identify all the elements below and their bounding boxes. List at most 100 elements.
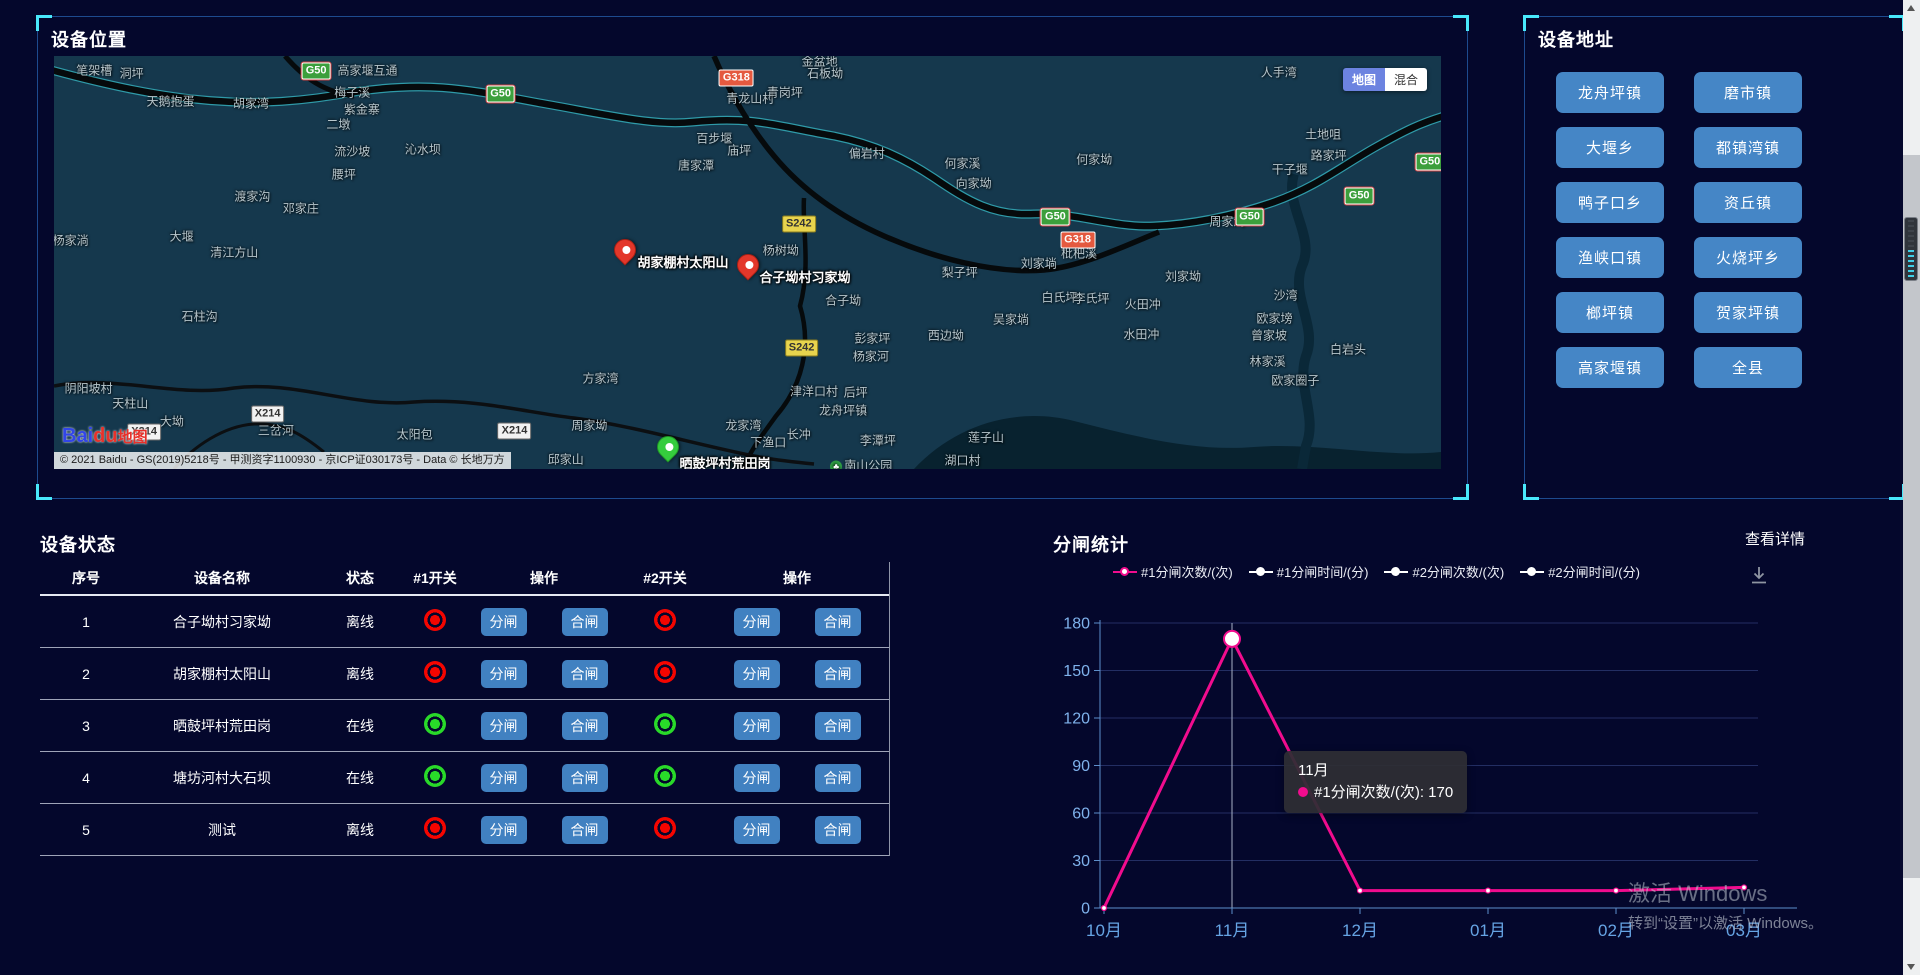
- switch1-cell: [408, 661, 462, 686]
- map-place-label: 杨树坳: [763, 242, 799, 259]
- map-place-label: 西边坳: [928, 327, 964, 344]
- trip-button[interactable]: 分闸: [734, 764, 780, 792]
- map-type-hybrid[interactable]: 混合: [1385, 68, 1427, 91]
- map-place-label: 大坳: [160, 413, 184, 430]
- town-button-都镇湾镇[interactable]: 都镇湾镇: [1694, 127, 1802, 168]
- close-button[interactable]: 合闸: [815, 816, 861, 844]
- map-place-label: 津洋口村: [790, 382, 838, 399]
- download-icon[interactable]: [1748, 564, 1770, 591]
- town-button-资丘镇[interactable]: 资丘镇: [1694, 182, 1802, 223]
- switch-indicator: [424, 609, 446, 631]
- column-header: #1开关: [408, 568, 462, 588]
- table-body: 1合子坳村习家坳离线分闸合闸分闸合闸2胡家棚村太阳山离线分闸合闸分闸合闸3晒鼓坪…: [40, 596, 889, 856]
- close-button[interactable]: 合闸: [815, 764, 861, 792]
- switch2-cell: [626, 661, 704, 686]
- switch1-cell: [408, 609, 462, 634]
- map-place-label: 长冲: [787, 425, 811, 442]
- town-button-龙舟坪镇[interactable]: 龙舟坪镇: [1556, 72, 1664, 113]
- corner-decoration: [1523, 15, 1539, 31]
- chart-legend: #1分闸次数/(次) #1分闸时间/(分) #2分闸次数/(次) #2分闸时间/(分): [1113, 562, 1640, 581]
- legend-marker: [1384, 567, 1408, 577]
- legend-marker: [1520, 567, 1544, 577]
- park-icon: ♣: [830, 460, 842, 469]
- switch2-cell: [626, 713, 704, 738]
- map-place-label: 邱家山: [548, 450, 584, 467]
- map-type-map[interactable]: 地图: [1343, 68, 1385, 91]
- town-button-高家堰镇[interactable]: 高家堰镇: [1556, 347, 1664, 388]
- device-status-title: 设备状态: [40, 531, 116, 557]
- town-button-榔坪镇[interactable]: 榔坪镇: [1556, 292, 1664, 333]
- road-shield: X214: [251, 406, 285, 423]
- map-place-label: 阴阳坡村: [65, 380, 113, 397]
- close-button[interactable]: 合闸: [562, 816, 608, 844]
- map-place-label: 人手湾: [1261, 64, 1297, 81]
- svg-text:12月: 12月: [1342, 921, 1378, 940]
- legend-item[interactable]: #1分闸次数/(次): [1113, 562, 1233, 581]
- close-button[interactable]: 合闸: [562, 712, 608, 740]
- map-place-label: 石板坳: [807, 64, 843, 81]
- chart-tooltip: 11月 #1分闸次数/(次): 170: [1284, 751, 1467, 813]
- seq-cell: 2: [40, 666, 132, 682]
- close-button[interactable]: 合闸: [815, 608, 861, 636]
- close-button[interactable]: 合闸: [815, 660, 861, 688]
- switch1-cell: [408, 817, 462, 842]
- svg-text:30: 30: [1072, 853, 1090, 870]
- town-button-全县[interactable]: 全县: [1694, 347, 1802, 388]
- seq-cell: 4: [40, 770, 132, 786]
- corner-decoration: [36, 15, 52, 31]
- town-button-渔峡口镇[interactable]: 渔峡口镇: [1556, 237, 1664, 278]
- road-shield: G50: [1235, 209, 1264, 226]
- trip-button[interactable]: 分闸: [734, 712, 780, 740]
- marker-label: 胡家棚村太阳山: [637, 252, 728, 271]
- scrollbar-up-arrow[interactable]: [1907, 5, 1915, 11]
- switch1-cell: [408, 765, 462, 790]
- trip-button[interactable]: 分闸: [481, 764, 527, 792]
- series-dot: [1298, 787, 1308, 797]
- legend-item[interactable]: #2分闸时间/(分): [1520, 562, 1640, 581]
- legend-label: #2分闸时间/(分): [1548, 562, 1640, 581]
- map-place-label: 下渔口: [750, 434, 786, 451]
- close-button[interactable]: 合闸: [815, 712, 861, 740]
- legend-item[interactable]: #2分闸次数/(次): [1384, 562, 1504, 581]
- trip-button[interactable]: 分闸: [481, 816, 527, 844]
- legend-label: #1分闸时间/(分): [1277, 562, 1369, 581]
- scrollbar-indicator-widget[interactable]: [1904, 217, 1918, 281]
- seq-cell: 1: [40, 614, 132, 630]
- map-type-toggle[interactable]: 地图 混合: [1343, 68, 1427, 91]
- trip-button[interactable]: 分闸: [481, 660, 527, 688]
- map-place-label: 腰坪: [332, 166, 356, 183]
- svg-text:01月: 01月: [1470, 921, 1506, 940]
- tooltip-value: #1分闸次数/(次): 170: [1298, 782, 1453, 804]
- trip-button[interactable]: 分闸: [734, 660, 780, 688]
- map-place-label: 梨子坪: [942, 263, 978, 280]
- map-place-label: 吴家埫: [993, 311, 1029, 328]
- close-button[interactable]: 合闸: [562, 764, 608, 792]
- town-button-火烧坪乡[interactable]: 火烧坪乡: [1694, 237, 1802, 278]
- map-place-label: 二墩: [326, 116, 350, 133]
- town-button-磨市镇[interactable]: 磨市镇: [1694, 72, 1802, 113]
- scrollbar-track[interactable]: [1903, 0, 1920, 975]
- town-button-鸭子口乡[interactable]: 鸭子口乡: [1556, 182, 1664, 223]
- trip-button[interactable]: 分闸: [481, 608, 527, 636]
- map-place-label: 林家溪: [1250, 352, 1286, 369]
- baidu-map[interactable]: 笔架槽洞坪天鹅抱蛋胡家湾高家堰互通梅子溪紫金寨二墩流沙坡沁水坝腰坪渡家沟邓家庄清…: [54, 56, 1441, 469]
- scrollbar-down-arrow[interactable]: [1907, 964, 1915, 970]
- map-place-label: 沁水坝: [405, 140, 441, 157]
- town-button-大堰乡[interactable]: 大堰乡: [1556, 127, 1664, 168]
- operations-cell: 分闸 合闸: [704, 660, 890, 688]
- seq-cell: 3: [40, 718, 132, 734]
- legend-item[interactable]: #1分闸时间/(分): [1249, 562, 1369, 581]
- device-name-cell: 晒鼓坪村荒田岗: [132, 716, 312, 736]
- close-button[interactable]: 合闸: [562, 608, 608, 636]
- svg-text:150: 150: [1063, 663, 1090, 680]
- close-button[interactable]: 合闸: [562, 660, 608, 688]
- town-button-贺家坪镇[interactable]: 贺家坪镇: [1694, 292, 1802, 333]
- map-place-label: 三岔河: [258, 421, 294, 438]
- map-place-label: 李潭坪: [860, 432, 896, 449]
- legend-marker: [1113, 567, 1137, 577]
- trip-button[interactable]: 分闸: [734, 608, 780, 636]
- trip-button[interactable]: 分闸: [734, 816, 780, 844]
- trip-button[interactable]: 分闸: [481, 712, 527, 740]
- town-button-grid: 龙舟坪镇磨市镇大堰乡都镇湾镇鸭子口乡资丘镇渔峡口镇火烧坪乡榔坪镇贺家坪镇高家堰镇…: [1556, 72, 1802, 388]
- view-details-link[interactable]: 查看详情: [1745, 528, 1805, 549]
